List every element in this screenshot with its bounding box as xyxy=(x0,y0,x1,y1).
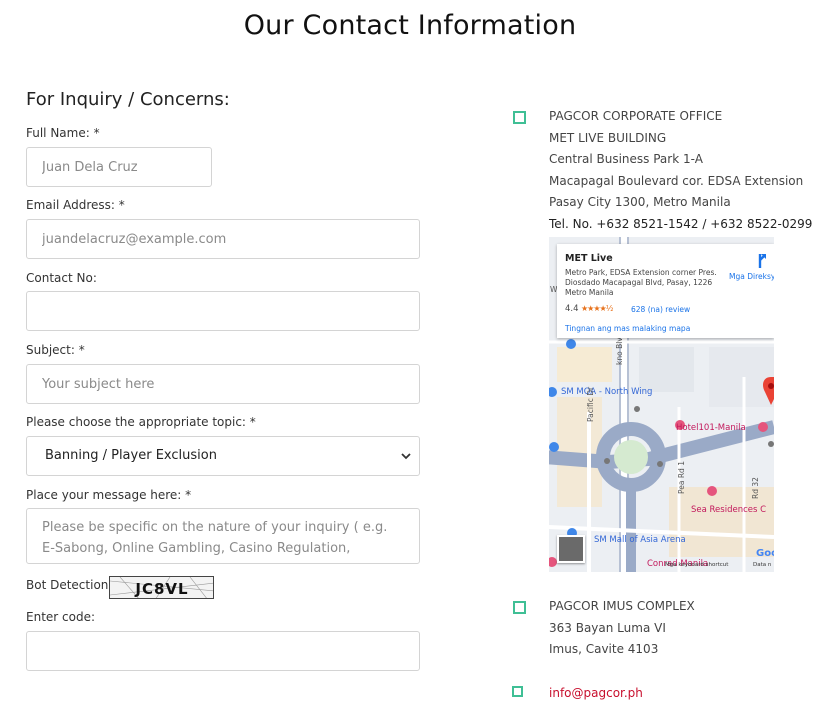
message-label: Place your message here: * xyxy=(26,488,192,502)
subject-input[interactable] xyxy=(26,364,420,404)
email-label: Email Address: * xyxy=(26,198,125,212)
captcha-text: JC8VL xyxy=(134,580,188,598)
map-keyboard-shortcuts[interactable]: Mga keyboard shortcut xyxy=(665,562,728,568)
enter-code-input[interactable] xyxy=(26,631,420,671)
map-rating: 4.4 xyxy=(565,304,579,314)
map-reviews-link[interactable]: 628 (na) review xyxy=(631,305,690,314)
map-label-sea-residences: Sea Residences C xyxy=(691,505,767,515)
corporate-line-3: Central Business Park 1-A xyxy=(549,152,703,166)
email-input[interactable] xyxy=(26,219,420,259)
map-place-address: Metro Park, EDSA Extension corner Pres. … xyxy=(565,268,717,297)
embedded-map[interactable]: SM MOA - North Wing Hotel101-Manila Sea … xyxy=(549,237,774,572)
street-pea: Pea Rd 1 xyxy=(677,461,686,494)
imus-complex-checkbox[interactable] xyxy=(513,601,526,614)
google-logo: Goo xyxy=(756,548,774,559)
corporate-office-checkbox[interactable] xyxy=(513,111,526,124)
street-rd32: Rd 32 xyxy=(751,477,760,499)
map-directions-link[interactable]: Mga Direksy xyxy=(729,272,774,281)
corporate-line-2: MET LIVE BUILDING xyxy=(549,130,667,145)
imus-line-2: 363 Bayan Luma VI xyxy=(549,620,666,635)
topic-label: Please choose the appropriate topic: * xyxy=(26,415,256,429)
map-label-hotel101: Hotel101-Manila xyxy=(676,423,746,433)
message-textarea[interactable] xyxy=(26,508,420,564)
full-name-input[interactable] xyxy=(26,147,212,187)
bot-detection-label: Bot Detection: xyxy=(26,578,113,592)
enter-code-label: Enter code: xyxy=(26,610,96,624)
map-larger-map-link[interactable]: Tingnan ang mas malaking mapa xyxy=(565,324,690,333)
topic-select[interactable]: Banning / Player Exclusion xyxy=(26,436,420,476)
email-link[interactable]: info@pagcor.ph xyxy=(549,686,643,700)
street-pacific: Pacific Dr xyxy=(586,386,595,422)
form-heading: For Inquiry / Concerns: xyxy=(26,89,230,110)
directions-icon[interactable] xyxy=(751,252,769,270)
map-satellite-toggle[interactable] xyxy=(557,535,585,563)
chevron-down-icon xyxy=(401,453,411,460)
page-title: Our Contact Information xyxy=(243,10,577,41)
captcha-image: JC8VL xyxy=(109,576,214,599)
corporate-office-info: PAGCOR CORPORATE OFFICE MET LIVE BUILDIN… xyxy=(549,106,812,235)
email-checkbox[interactable] xyxy=(512,686,523,697)
map-label-moa-arena: SM Mall of Asia Arena xyxy=(594,535,686,545)
contact-input[interactable] xyxy=(26,291,420,331)
map-label-moa-north: SM MOA - North Wing xyxy=(561,387,653,397)
map-place-name: MET Live xyxy=(565,253,613,264)
map-data-link[interactable]: Data n xyxy=(753,562,771,568)
corporate-line-1: PAGCOR CORPORATE OFFICE xyxy=(549,109,723,123)
full-name-label: Full Name: * xyxy=(26,126,100,140)
imus-complex-info: PAGCOR IMUS COMPLEX 363 Bayan Luma VI Im… xyxy=(549,596,695,661)
map-stars: ★★★★½ xyxy=(581,304,613,313)
corporate-phone: Tel. No. +632 8521-1542 / +632 8522-0299 xyxy=(549,216,813,231)
subject-label: Subject: * xyxy=(26,343,85,357)
corporate-line-5: Pasay City 1300, Metro Manila xyxy=(549,195,731,209)
contact-label: Contact No: xyxy=(26,271,97,285)
topic-selected-value: Banning / Player Exclusion xyxy=(45,448,217,463)
corporate-line-4: Macapagal Boulevard cor. EDSA Extension xyxy=(549,173,804,188)
imus-line-1: PAGCOR IMUS COMPLEX xyxy=(549,599,695,613)
map-place-card: MET Live Metro Park, EDSA Extension corn… xyxy=(557,244,774,338)
imus-line-3: Imus, Cavite 4103 xyxy=(549,642,659,656)
